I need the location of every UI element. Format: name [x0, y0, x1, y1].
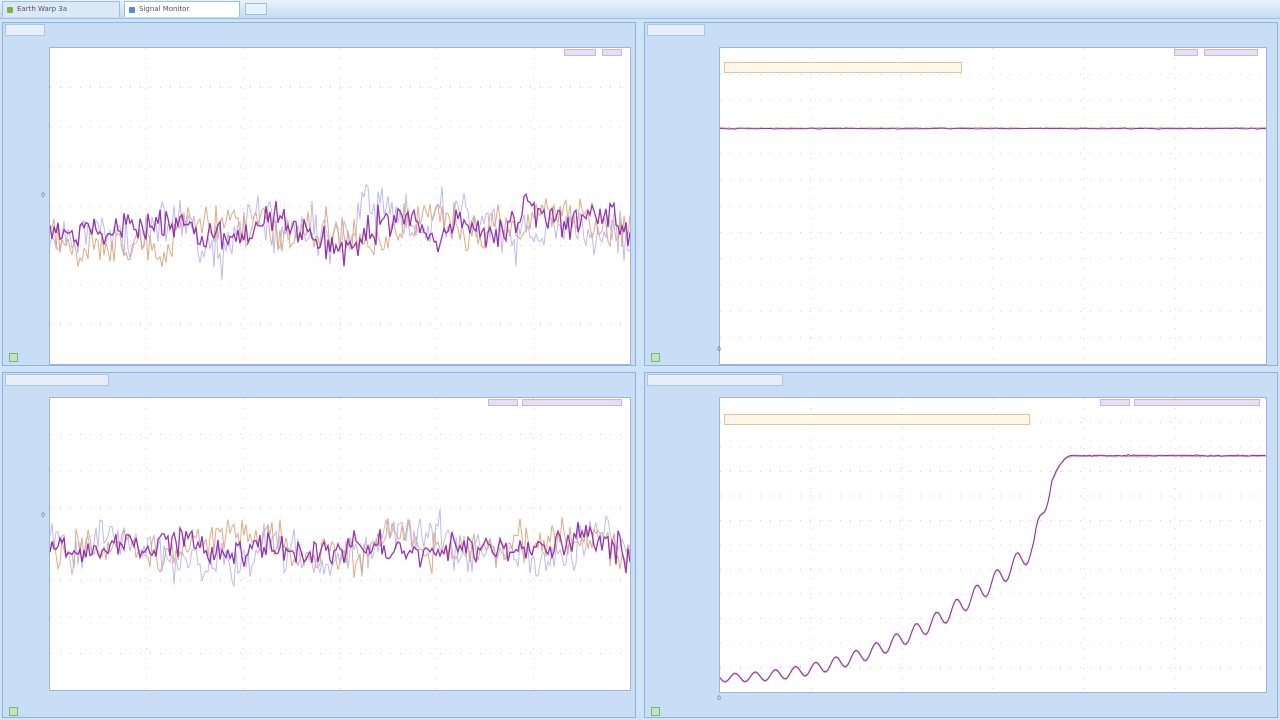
tab-label: Signal Monitor [139, 5, 190, 13]
plot-area[interactable] [719, 397, 1267, 693]
tab-doc-icon [129, 7, 135, 13]
series-chip[interactable] [1204, 49, 1258, 56]
chart-panel-bottom-left: 0 [2, 372, 636, 718]
signal-traces [720, 48, 1266, 364]
chart-corner-icon[interactable] [9, 353, 18, 362]
tab-signal-monitor[interactable]: Signal Monitor [124, 1, 240, 17]
tab-earth-warp[interactable]: Earth Warp 3a [2, 1, 120, 17]
series-chip[interactable] [1134, 399, 1260, 406]
y-axis-ticks [649, 73, 719, 343]
series-chip[interactable] [602, 49, 622, 56]
panel-title [647, 374, 783, 386]
plot-area[interactable] [49, 397, 631, 691]
tab-bar: Earth Warp 3a Signal Monitor [0, 0, 1280, 19]
series-chip[interactable] [564, 49, 596, 56]
x-axis-ticks [49, 693, 631, 703]
signal-trace-primary [720, 127, 1266, 130]
panel-title [647, 24, 705, 36]
x-axis-ticks: 0 [717, 695, 1267, 705]
series-chip[interactable] [488, 399, 518, 406]
y-axis-ticks [649, 423, 719, 693]
tab-doc-icon [7, 7, 13, 13]
new-tab-button[interactable] [245, 3, 267, 15]
plot-area[interactable] [49, 47, 631, 365]
series-chip[interactable] [1100, 399, 1130, 406]
plot-legend [724, 414, 1030, 425]
signal-traces [50, 398, 630, 690]
x-axis-ticks: 0 [717, 346, 1267, 356]
chart-corner-icon[interactable] [651, 353, 660, 362]
x-axis-ticks [49, 346, 631, 356]
chart-corner-icon[interactable] [9, 707, 18, 716]
tab-label: Earth Warp 3a [17, 5, 68, 13]
series-chip[interactable] [1174, 49, 1198, 56]
plot-area[interactable] [719, 47, 1267, 365]
panel-title [5, 374, 109, 386]
signal-traces [50, 48, 630, 364]
y-axis-ticks: 0 [7, 397, 45, 693]
y-tick-label: 0 [41, 512, 45, 520]
y-axis-ticks: 0 [7, 47, 45, 343]
x-tick-label: 0 [717, 695, 721, 702]
y-tick-label: 0 [41, 192, 45, 199]
x-tick-label: 0 [717, 346, 721, 353]
chart-panel-top-left: 0 [2, 22, 636, 366]
signal-trace-primary [50, 192, 630, 267]
chart-panel-top-right: 0 [644, 22, 1278, 366]
panel-title [5, 24, 45, 36]
series-chip[interactable] [522, 399, 622, 406]
plot-legend [724, 62, 962, 73]
signal-traces [720, 398, 1266, 692]
chart-corner-icon[interactable] [651, 707, 660, 716]
chart-panel-bottom-right: 0 [644, 372, 1278, 718]
